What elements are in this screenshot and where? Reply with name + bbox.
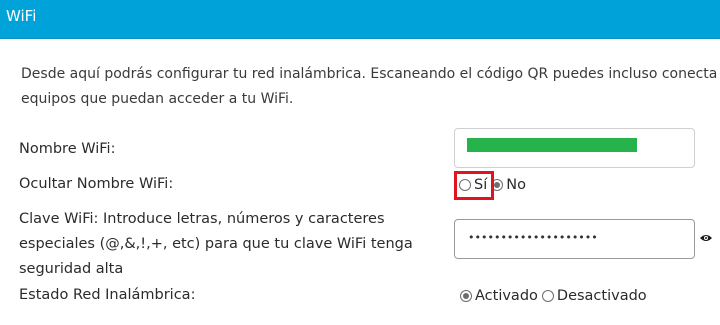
wireless-state-radio-group: Activado Desactivado <box>460 288 651 304</box>
wireless-state-option-off[interactable]: Desactivado <box>541 288 647 304</box>
password-label: Clave WiFi: Introduce letras, números y … <box>19 207 413 282</box>
description-line-2: equipos que puedan acceder a tu WiFi. <box>21 91 294 107</box>
ssid-label: Nombre WiFi: <box>19 141 116 157</box>
radio-desactivado[interactable] <box>541 290 554 302</box>
radio-desactivado-label: Desactivado <box>556 288 647 304</box>
password-label-line-2: especiales (@,&,!,+, etc) para que tu cl… <box>19 236 413 252</box>
highlight-box <box>454 171 494 200</box>
page-title: WiFi <box>6 7 37 25</box>
ssid-redaction <box>467 138 637 152</box>
wireless-state-option-on[interactable]: Activado <box>460 288 538 304</box>
description-line-1: Desde aquí podrás configurar tu red inal… <box>21 66 718 82</box>
ssid-input[interactable] <box>454 128 695 168</box>
hide-ssid-option-no[interactable]: No <box>491 177 526 193</box>
radio-no-label: No <box>506 177 526 193</box>
description: Desde aquí podrás configurar tu red inal… <box>21 62 720 112</box>
wireless-state-label: Estado Red Inalámbrica: <box>19 287 196 303</box>
password-label-line-1: Clave WiFi: Introduce letras, números y … <box>19 211 385 227</box>
radio-activado-label: Activado <box>475 288 538 304</box>
eye-icon[interactable] <box>699 233 713 243</box>
radio-activado[interactable] <box>460 290 472 302</box>
header-bar: WiFi <box>0 0 720 39</box>
hide-ssid-label: Ocultar Nombre WiFi: <box>19 176 174 192</box>
password-label-line-3: seguridad alta <box>19 261 124 277</box>
password-masked-value: •••••••••••••••••••• <box>468 231 598 244</box>
password-input[interactable]: •••••••••••••••••••• <box>454 219 695 259</box>
